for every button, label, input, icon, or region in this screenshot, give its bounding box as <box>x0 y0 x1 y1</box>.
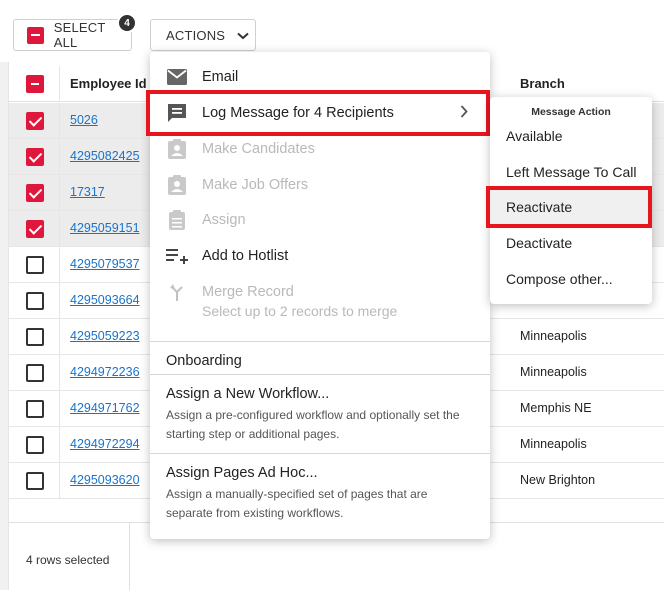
clipboard-person-icon <box>166 138 188 160</box>
merge-icon <box>166 281 188 303</box>
row-checkbox[interactable] <box>26 256 44 274</box>
menu-item-log-message[interactable]: Log Message for 4 Recipients <box>150 95 490 131</box>
menu-divider <box>150 341 490 342</box>
employee-id-link[interactable]: 17317 <box>70 185 105 199</box>
column-divider <box>59 66 60 102</box>
playlist-add-icon <box>166 245 188 267</box>
menu-item-assign-workflow[interactable]: Assign a New Workflow... Assign a pre-co… <box>150 375 490 453</box>
assign-pages-ad-hoc-description: Assign a manually-specified set of pages… <box>166 487 428 520</box>
branch-cell: Minneapolis <box>520 329 587 343</box>
column-divider <box>59 103 60 139</box>
employee-id-link[interactable]: 4295082425 <box>70 149 140 163</box>
employee-id-link[interactable]: 4295059151 <box>70 221 140 235</box>
menu-item-email-label: Email <box>202 69 239 85</box>
select-all-button[interactable]: SELECT ALL <box>13 19 132 51</box>
employee-id-link[interactable]: 4295093620 <box>70 473 140 487</box>
column-divider <box>59 427 60 463</box>
employee-id-link[interactable]: 4295079537 <box>70 257 140 271</box>
row-checkbox[interactable] <box>26 436 44 454</box>
column-divider <box>59 355 60 391</box>
column-divider <box>59 463 60 499</box>
submenu-header: Message Action <box>531 106 611 118</box>
menu-item-assign-pages-ad-hoc[interactable]: Assign Pages Ad Hoc... Assign a manually… <box>150 454 490 532</box>
employee-id-link[interactable]: 4294972236 <box>70 365 140 379</box>
branch-cell: Memphis NE <box>520 401 592 415</box>
column-divider <box>59 391 60 427</box>
column-divider <box>59 283 60 319</box>
employee-id-link[interactable]: 4295093664 <box>70 293 140 307</box>
menu-item-add-to-hotlist[interactable]: Add to Hotlist <box>150 238 490 274</box>
submenu-item-available[interactable]: Available <box>490 118 652 154</box>
menu-item-assign-label: Assign <box>202 212 246 228</box>
submenu-item-deactivate[interactable]: Deactivate <box>490 225 652 261</box>
column-header-branch[interactable]: Branch <box>520 76 565 91</box>
column-header-employee-id[interactable]: Employee Id <box>70 76 147 91</box>
header-checkbox[interactable] <box>26 75 44 93</box>
message-action-submenu: Message Action Available Left Message To… <box>490 97 652 304</box>
row-checkbox[interactable] <box>26 112 44 130</box>
row-checkbox[interactable] <box>26 184 44 202</box>
actions-label: ACTIONS <box>166 27 226 43</box>
row-checkbox[interactable] <box>26 220 44 238</box>
chevron-down-icon <box>237 28 249 43</box>
selected-count-badge: 4 <box>117 13 137 33</box>
employee-id-link[interactable]: 5026 <box>70 113 98 127</box>
assign-workflow-description: Assign a pre-configured workflow and opt… <box>166 408 460 441</box>
clipboard-list-icon <box>166 209 188 231</box>
menu-item-merge-record-label: Merge Record <box>202 284 294 300</box>
column-divider <box>59 211 60 247</box>
branch-cell: Minneapolis <box>520 437 587 451</box>
row-checkbox[interactable] <box>26 400 44 418</box>
employee-id-link[interactable]: 4295059223 <box>70 329 140 343</box>
actions-button[interactable]: ACTIONS <box>150 19 256 51</box>
clipboard-person-icon <box>166 174 188 196</box>
assign-pages-ad-hoc-title: Assign Pages Ad Hoc... <box>166 465 318 481</box>
column-divider <box>59 247 60 283</box>
actions-menu: Email Log Message for 4 Recipients Make … <box>150 52 490 539</box>
select-all-checkbox[interactable] <box>27 26 44 44</box>
menu-item-make-job-offers: Make Job Offers <box>150 167 490 203</box>
row-checkbox[interactable] <box>26 292 44 310</box>
envelope-icon <box>166 66 188 88</box>
row-checkbox[interactable] <box>26 364 44 382</box>
merge-record-hint: Select up to 2 records to merge <box>202 303 398 319</box>
column-divider <box>59 175 60 211</box>
onboarding-section-title: Onboarding <box>166 353 242 369</box>
branch-cell: New Brighton <box>520 473 596 487</box>
employee-id-link[interactable]: 4294972294 <box>70 437 140 451</box>
menu-item-assign: Assign <box>150 202 490 238</box>
submenu-item-reactivate[interactable]: Reactivate <box>490 189 652 225</box>
assign-workflow-title: Assign a New Workflow... <box>166 386 330 402</box>
menu-item-make-job-offers-label: Make Job Offers <box>202 177 309 193</box>
submenu-item-compose-other[interactable]: Compose other... <box>490 261 652 297</box>
branch-cell: Minneapolis <box>520 365 587 379</box>
row-checkbox[interactable] <box>26 148 44 166</box>
submenu-item-left-message-to-call[interactable]: Left Message To Call <box>490 154 652 190</box>
menu-item-make-candidates: Make Candidates <box>150 131 490 167</box>
column-divider <box>59 139 60 175</box>
message-icon <box>166 102 188 124</box>
column-divider <box>59 319 60 355</box>
footer-column-divider <box>129 523 130 590</box>
employee-id-link[interactable]: 4294971762 <box>70 401 140 415</box>
chevron-right-icon <box>460 105 468 122</box>
menu-item-log-message-label: Log Message for 4 Recipients <box>202 105 394 121</box>
menu-item-make-candidates-label: Make Candidates <box>202 141 315 157</box>
rows-selected-status: 4 rows selected <box>26 553 110 567</box>
menu-item-email[interactable]: Email <box>150 59 490 95</box>
row-checkbox[interactable] <box>26 472 44 490</box>
menu-item-add-to-hotlist-label: Add to Hotlist <box>202 248 289 264</box>
row-checkbox[interactable] <box>26 328 44 346</box>
